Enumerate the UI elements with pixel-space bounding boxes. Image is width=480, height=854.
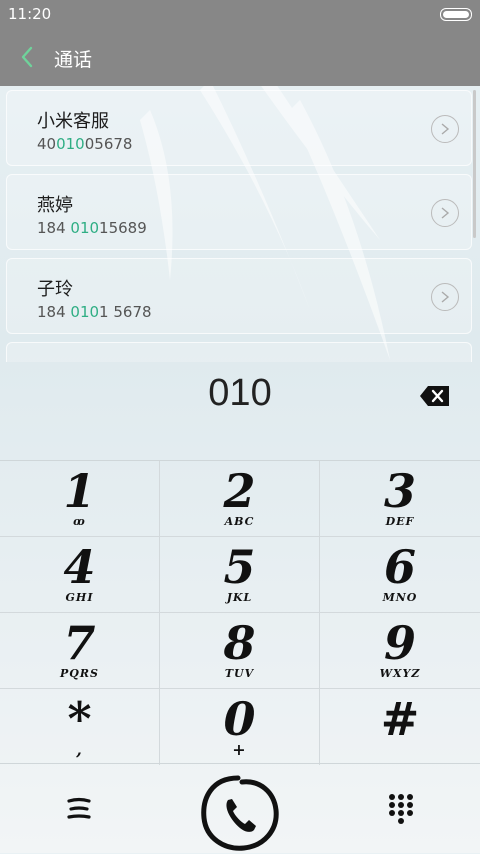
key-digit: 6 — [383, 540, 416, 594]
key-6[interactable]: 6 MNO — [320, 537, 480, 613]
menu-icon[interactable] — [62, 794, 96, 824]
key-0[interactable]: 0 + — [160, 689, 320, 765]
contact-card[interactable]: 子玲 184 0101 5678 — [6, 258, 472, 334]
contact-card[interactable]: 燕婷 184 01015689 — [6, 174, 472, 250]
phone-call-icon[interactable] — [198, 774, 282, 854]
key-digit: 4 — [63, 540, 96, 594]
key-letters: WXYZ — [379, 667, 421, 680]
chevron-right-icon[interactable] — [431, 283, 459, 311]
chevron-right-icon[interactable] — [431, 115, 459, 143]
voicemail-icon: ꝏ — [73, 515, 86, 528]
contact-number: 4001005678 — [37, 135, 133, 153]
key-letters: ABC — [224, 515, 255, 528]
dialed-number: 010 — [208, 372, 272, 414]
key-digit: 3 — [383, 464, 416, 518]
key-letters: DEF — [385, 515, 415, 528]
key-digit: # — [380, 692, 420, 746]
scrollbar[interactable] — [473, 90, 476, 238]
key-digit: 8 — [223, 616, 256, 670]
backspace-icon[interactable] — [419, 384, 451, 408]
key-digit: 2 — [223, 464, 256, 518]
key-5[interactable]: 5 JKL — [160, 537, 320, 613]
key-9[interactable]: 9 WXYZ — [320, 613, 480, 689]
key-2[interactable]: 2 ABC — [160, 461, 320, 537]
key-letters: PQRS — [60, 667, 99, 680]
bottom-action-bar — [0, 763, 480, 854]
key-letters: TUV — [224, 667, 255, 680]
dialpad-icon[interactable] — [384, 792, 418, 826]
key-digit: 7 — [63, 616, 96, 670]
key-8[interactable]: 8 TUV — [160, 613, 320, 689]
contact-name: 子玲 — [37, 279, 73, 300]
contact-name: 燕婷 — [37, 195, 73, 216]
contact-card-partial — [6, 342, 472, 362]
contact-number: 184 01015689 — [37, 219, 147, 237]
battery-icon — [440, 8, 472, 21]
key-3[interactable]: 3 DEF — [320, 461, 480, 537]
key-digit: 1 — [63, 464, 96, 518]
chevron-right-icon[interactable] — [431, 199, 459, 227]
contact-name: 小米客服 — [37, 111, 109, 132]
page-title: 通话 — [54, 49, 93, 71]
key-1[interactable]: 1ꝏ — [0, 461, 160, 537]
key-7[interactable]: 7 PQRS — [0, 613, 160, 689]
key-letters: MNO — [382, 591, 418, 604]
key-digit: 9 — [383, 616, 416, 670]
key-digit: 0 — [223, 692, 256, 746]
key-4[interactable]: 4 GHI — [0, 537, 160, 613]
key-letters: JKL — [226, 591, 253, 604]
key-digit: * — [67, 692, 92, 746]
status-bar: 11:20 — [0, 0, 480, 28]
key-letters: , — [76, 740, 83, 759]
key-star[interactable]: *, — [0, 689, 160, 765]
contact-card[interactable]: 小米客服 4001005678 — [6, 90, 472, 166]
key-letters: + — [232, 740, 247, 759]
clock: 11:20 — [8, 5, 52, 23]
key-digit: 5 — [223, 540, 256, 594]
key-letters: GHI — [65, 591, 94, 604]
title-bar: 通话 — [0, 28, 480, 86]
key-hash[interactable]: # — [320, 689, 480, 765]
dial-keypad: 1ꝏ 2 ABC 3 DEF 4 GHI 5 JKL 6 MNO 7 PQRS 8 TUV 9… — [0, 460, 480, 765]
contact-number: 184 0101 5678 — [37, 303, 152, 321]
chevron-left-icon[interactable] — [16, 42, 42, 72]
